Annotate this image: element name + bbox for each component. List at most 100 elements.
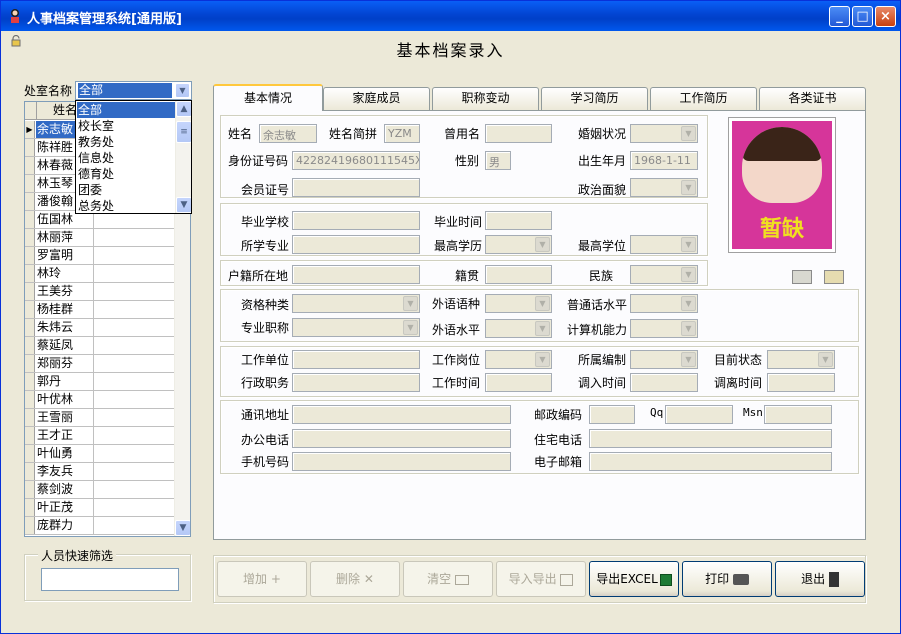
gender-field[interactable]: 男 bbox=[485, 151, 511, 170]
name-cell[interactable]: 叶正茂 bbox=[36, 499, 94, 516]
chevron-down-icon[interactable]: ▼ bbox=[818, 352, 833, 367]
name-cell[interactable]: 王美芬 bbox=[36, 283, 94, 300]
row-indicator[interactable] bbox=[25, 229, 35, 246]
staffing-select[interactable]: ▼ bbox=[630, 350, 698, 369]
degree-select[interactable]: ▼ bbox=[630, 235, 698, 254]
row-indicator[interactable] bbox=[25, 445, 35, 462]
status-select[interactable]: ▼ bbox=[767, 350, 835, 369]
name-cell[interactable]: 庞群力 bbox=[36, 517, 94, 534]
row-indicator[interactable] bbox=[25, 175, 35, 192]
row-indicator[interactable] bbox=[25, 427, 35, 444]
admin-field[interactable] bbox=[292, 373, 420, 392]
chevron-down-icon[interactable]: ▼ bbox=[681, 296, 696, 311]
scroll-down-icon[interactable]: ▼ bbox=[176, 197, 191, 213]
dropdown-option[interactable]: 团委 bbox=[77, 182, 175, 198]
table-row[interactable]: 林玲 bbox=[25, 265, 175, 283]
row-indicator[interactable] bbox=[25, 355, 35, 372]
email-field[interactable] bbox=[589, 452, 832, 471]
chevron-down-icon[interactable]: ▼ bbox=[681, 180, 696, 195]
row-indicator[interactable] bbox=[25, 265, 35, 282]
delete-button[interactable]: 删除 ✕ bbox=[310, 561, 400, 597]
table-row[interactable]: 郑丽芬 bbox=[25, 355, 175, 373]
name-cell[interactable]: 李友兵 bbox=[36, 463, 94, 480]
major-field[interactable] bbox=[292, 235, 420, 254]
table-row[interactable]: 叶优林 bbox=[25, 391, 175, 409]
close-button[interactable]: × bbox=[875, 6, 896, 27]
camera-icon[interactable] bbox=[792, 270, 812, 284]
dept-select[interactable]: 全部 ▼ bbox=[75, 81, 192, 100]
table-row[interactable]: 蔡延凤 bbox=[25, 337, 175, 355]
add-button[interactable]: 增加 + bbox=[217, 561, 307, 597]
dept-dropdown-list[interactable]: 全部 校长室 教务处 信息处 德育处 团委 总务处 ▲ ≡ ▼ bbox=[75, 100, 192, 214]
transfer-in-field[interactable] bbox=[630, 373, 698, 392]
tab-certificates[interactable]: 各类证书 bbox=[759, 87, 866, 110]
lang-select[interactable]: ▼ bbox=[485, 294, 552, 313]
zip-field[interactable] bbox=[589, 405, 635, 424]
row-pointer-icon[interactable]: ▶ bbox=[25, 121, 35, 138]
table-row[interactable]: 王雪丽 bbox=[25, 409, 175, 427]
office-phone-field[interactable] bbox=[292, 429, 511, 448]
dropdown-option[interactable]: 总务处 bbox=[77, 198, 175, 213]
table-row[interactable]: 朱炜云 bbox=[25, 319, 175, 337]
work-time-field[interactable] bbox=[485, 373, 552, 392]
row-indicator[interactable] bbox=[25, 391, 35, 408]
row-indicator[interactable] bbox=[25, 193, 35, 210]
chevron-down-icon[interactable]: ▼ bbox=[535, 321, 550, 336]
chevron-down-icon[interactable]: ▼ bbox=[535, 296, 550, 311]
lang-level-select[interactable]: ▼ bbox=[485, 319, 552, 338]
address-field[interactable] bbox=[292, 405, 511, 424]
name-cell[interactable]: 王才正 bbox=[36, 427, 94, 444]
chevron-down-icon[interactable]: ▼ bbox=[535, 352, 550, 367]
tab-family-members[interactable]: 家庭成员 bbox=[323, 87, 430, 110]
maximize-button[interactable]: □ bbox=[852, 6, 873, 27]
print-button[interactable]: 打印 bbox=[682, 561, 772, 597]
photo-frame[interactable]: 暂缺 bbox=[728, 117, 836, 253]
name-cell[interactable]: 林丽萍 bbox=[36, 229, 94, 246]
transfer-out-field[interactable] bbox=[767, 373, 835, 392]
former-name-field[interactable] bbox=[485, 124, 552, 143]
table-row[interactable]: 郭丹 bbox=[25, 373, 175, 391]
scroll-thumb[interactable]: ≡ bbox=[176, 121, 191, 143]
row-indicator[interactable] bbox=[25, 157, 35, 174]
msn-field[interactable] bbox=[764, 405, 832, 424]
mandarin-select[interactable]: ▼ bbox=[630, 294, 698, 313]
name-cell[interactable]: 林玲 bbox=[36, 265, 94, 282]
name-cell[interactable]: 蔡剑波 bbox=[36, 481, 94, 498]
id-field[interactable]: 42282419680111545X bbox=[292, 151, 420, 170]
scroll-down-icon[interactable]: ▼ bbox=[175, 520, 190, 536]
hukou-field[interactable] bbox=[292, 265, 420, 284]
table-row[interactable]: 庞群力 bbox=[25, 517, 175, 535]
computer-select[interactable]: ▼ bbox=[630, 319, 698, 338]
scroll-up-icon[interactable]: ▲ bbox=[176, 101, 191, 117]
chevron-down-icon[interactable]: ▼ bbox=[681, 237, 696, 252]
row-indicator[interactable] bbox=[25, 499, 35, 516]
table-row[interactable]: 王才正 bbox=[25, 427, 175, 445]
dropdown-option[interactable]: 全部 bbox=[77, 102, 175, 118]
name-cell[interactable]: 杨桂群 bbox=[36, 301, 94, 318]
row-indicator[interactable] bbox=[25, 211, 35, 228]
nation-select[interactable]: ▼ bbox=[630, 265, 698, 284]
unit-field[interactable] bbox=[292, 350, 420, 369]
table-row[interactable]: 李友兵 bbox=[25, 463, 175, 481]
chevron-down-icon[interactable]: ▼ bbox=[681, 126, 696, 141]
name-cell[interactable]: 郭丹 bbox=[36, 373, 94, 390]
grad-time-field[interactable] bbox=[485, 211, 552, 230]
tab-study-resume[interactable]: 学习简历 bbox=[541, 87, 648, 110]
tab-work-resume[interactable]: 工作简历 bbox=[650, 87, 757, 110]
row-indicator[interactable] bbox=[25, 247, 35, 264]
dropdown-option[interactable]: 信息处 bbox=[77, 150, 175, 166]
dropdown-option[interactable]: 教务处 bbox=[77, 134, 175, 150]
mobile-field[interactable] bbox=[292, 452, 511, 471]
birth-field[interactable]: 1968-1-11 bbox=[630, 151, 698, 170]
table-row[interactable]: 叶正茂 bbox=[25, 499, 175, 517]
name-cell[interactable]: 王雪丽 bbox=[36, 409, 94, 426]
chevron-down-icon[interactable]: ▼ bbox=[175, 83, 190, 98]
table-row[interactable]: 罗富明 bbox=[25, 247, 175, 265]
name-cell[interactable]: 蔡延凤 bbox=[36, 337, 94, 354]
home-phone-field[interactable] bbox=[589, 429, 832, 448]
tab-title-changes[interactable]: 职称变动 bbox=[432, 87, 539, 110]
import-export-button[interactable]: 导入导出 bbox=[496, 561, 586, 597]
chevron-down-icon[interactable]: ▼ bbox=[403, 320, 418, 335]
table-row[interactable]: 蔡剑波 bbox=[25, 481, 175, 499]
row-indicator[interactable] bbox=[25, 283, 35, 300]
